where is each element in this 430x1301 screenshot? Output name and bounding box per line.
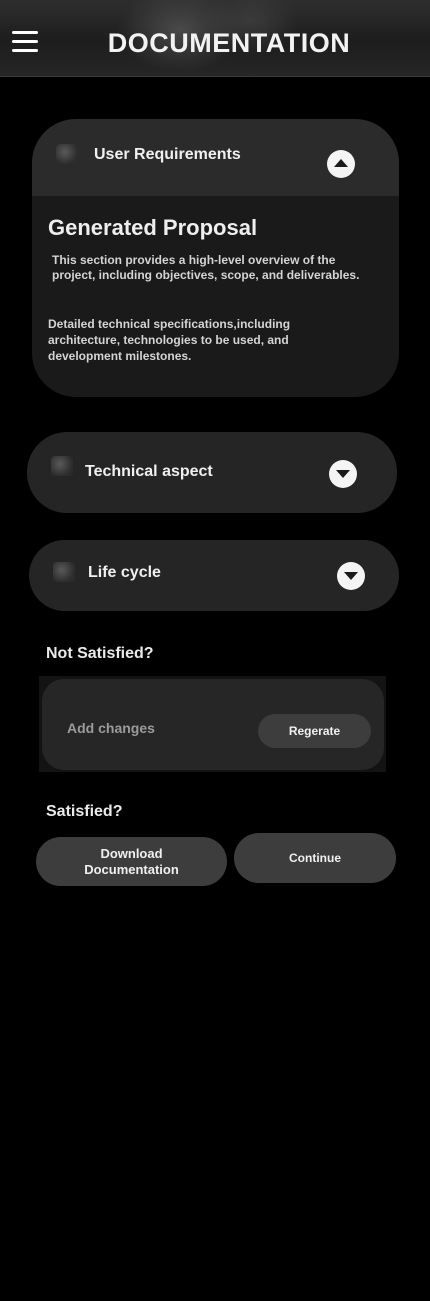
section-header-user-requirements[interactable]: User Requirements bbox=[32, 119, 399, 196]
section-thumbnail-icon bbox=[53, 562, 75, 582]
chevron-up-icon[interactable] bbox=[327, 150, 355, 178]
section-thumbnail-icon bbox=[56, 144, 78, 164]
regenerate-button[interactable]: Regerate bbox=[258, 714, 371, 748]
proposal-specs-text: Detailed technical specifications,includ… bbox=[48, 317, 291, 363]
section-title: User Requirements bbox=[94, 146, 241, 163]
download-label-line1: Download bbox=[100, 845, 163, 861]
page-title: DOCUMENTATION bbox=[107, 28, 351, 58]
download-documentation-button[interactable]: Download Documentation bbox=[36, 837, 227, 886]
add-changes-placeholder: Add changes bbox=[67, 720, 155, 736]
proposal-title: Generated Proposal bbox=[48, 215, 258, 240]
section-title: Technical aspect bbox=[85, 463, 213, 480]
chevron-down-icon[interactable] bbox=[329, 460, 357, 488]
section-user-requirements: User Requirements Generated Proposal Thi… bbox=[32, 119, 399, 397]
section-thumbnail-icon bbox=[51, 456, 73, 476]
section-life-cycle[interactable]: Life cycle bbox=[29, 540, 399, 611]
section-title: Life cycle bbox=[88, 564, 161, 581]
chevron-down-icon[interactable] bbox=[337, 562, 365, 590]
satisfied-label: Satisfied? bbox=[46, 803, 123, 820]
section-technical-aspect[interactable]: Technical aspect bbox=[27, 432, 397, 513]
continue-button[interactable]: Continue bbox=[234, 833, 396, 883]
app-header: DOCUMENTATION bbox=[0, 0, 430, 77]
proposal-overview-text: This section provides a high-level overv… bbox=[52, 253, 360, 282]
download-label-line2: Documentation bbox=[84, 861, 179, 877]
not-satisfied-label: Not Satisfied? bbox=[46, 645, 154, 662]
